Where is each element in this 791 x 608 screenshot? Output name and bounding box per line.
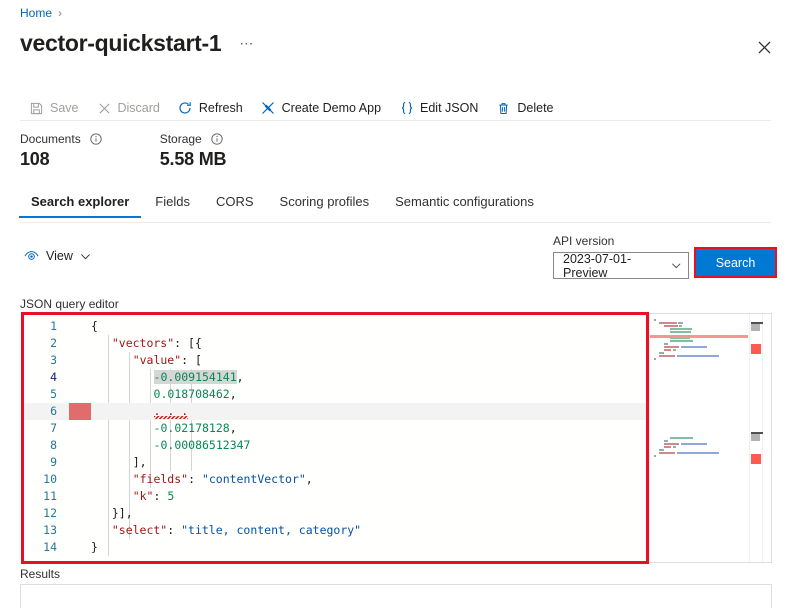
results-label: Results — [20, 567, 60, 581]
tab-fields[interactable]: Fields — [142, 192, 203, 218]
minimap-line — [681, 346, 707, 348]
save-icon — [29, 101, 44, 116]
editor-minimap[interactable] — [649, 314, 747, 563]
api-version-select[interactable]: 2023-07-01-Preview — [553, 252, 689, 279]
minimap-line — [670, 328, 692, 330]
breadcrumb: Home › — [20, 6, 62, 20]
minimap-line — [659, 352, 664, 354]
tab-cors[interactable]: CORS — [203, 192, 267, 218]
minimap-line — [659, 322, 677, 324]
view-dropdown[interactable]: View — [24, 249, 91, 263]
search-button[interactable]: Search — [696, 249, 775, 276]
save-button[interactable]: Save — [20, 98, 88, 119]
delete-label: Delete — [517, 101, 553, 115]
minimap-line — [673, 349, 676, 351]
refresh-button[interactable]: Refresh — [169, 98, 252, 119]
tab-semantic-configurations[interactable]: Semantic configurations — [382, 192, 547, 218]
json-query-editor-label: JSON query editor — [20, 297, 119, 311]
more-options-ellipsis-icon[interactable]: ⋯ — [235, 36, 259, 50]
minimap-line — [664, 446, 671, 448]
minimap-error-line — [650, 335, 748, 338]
refresh-icon — [178, 101, 193, 116]
search-button-highlight: Search — [694, 247, 777, 278]
tab-scoring-profiles[interactable]: Scoring profiles — [267, 192, 383, 218]
chevron-down-icon — [671, 260, 682, 271]
title-row: vector-quickstart-1 ⋯ — [20, 28, 259, 58]
chevron-down-icon — [80, 251, 91, 262]
minimap-line — [677, 452, 719, 454]
minimap-line — [659, 355, 675, 357]
refresh-label: Refresh — [199, 101, 243, 115]
stat-documents-label: Documents — [20, 132, 81, 146]
edit-json-label: Edit JSON — [420, 101, 478, 115]
discard-x-icon — [97, 101, 112, 116]
minimap-line — [670, 340, 693, 342]
minimap-line — [664, 440, 668, 442]
minimap-line — [654, 319, 656, 321]
ruler-scroll-thumb[interactable] — [751, 434, 760, 441]
create-demo-app-label: Create Demo App — [282, 101, 381, 115]
editor-overview-ruler[interactable] — [749, 314, 763, 563]
view-label: View — [46, 249, 73, 263]
api-version-label: API version — [553, 234, 689, 248]
stat-storage: Storage 5.58 MB — [160, 132, 227, 170]
tab-bar: Search explorer Fields CORS Scoring prof… — [18, 192, 547, 218]
breadcrumb-home-link[interactable]: Home — [20, 6, 52, 20]
minimap-line — [659, 449, 664, 451]
minimap-line — [679, 325, 682, 327]
delete-button[interactable]: Delete — [487, 98, 562, 119]
braces-icon — [399, 101, 414, 116]
ruler-scroll-thumb[interactable] — [751, 324, 760, 331]
trash-icon — [496, 101, 511, 116]
minimap-line — [670, 437, 693, 439]
command-bar: Save Discard Refresh — [20, 95, 563, 121]
demo-app-icon — [261, 101, 276, 116]
close-button[interactable] — [749, 32, 779, 62]
create-demo-app-button[interactable]: Create Demo App — [252, 98, 390, 119]
close-icon — [758, 41, 771, 54]
save-label: Save — [50, 101, 79, 115]
command-bar-divider — [20, 120, 771, 121]
minimap-line — [678, 322, 683, 324]
stat-documents-value: 108 — [20, 149, 102, 170]
api-version-value: 2023-07-01-Preview — [563, 252, 671, 280]
minimap-line — [664, 346, 679, 348]
json-editor-highlight — [21, 312, 649, 564]
eye-icon — [24, 250, 39, 262]
api-version-block: API version 2023-07-01-Preview — [553, 234, 689, 279]
minimap-line — [654, 358, 656, 360]
minimap-line — [670, 331, 691, 333]
minimap-line — [664, 343, 668, 345]
stat-storage-value: 5.58 MB — [160, 149, 227, 170]
ruler-error-marker[interactable] — [751, 454, 761, 464]
tab-search-explorer[interactable]: Search explorer — [18, 192, 142, 218]
minimap-line — [659, 452, 675, 454]
minimap-line — [654, 455, 656, 457]
discard-button[interactable]: Discard — [88, 98, 169, 119]
azure-search-index-page: Home › vector-quickstart-1 ⋯ Save — [0, 0, 791, 608]
info-icon[interactable] — [211, 133, 223, 145]
results-box[interactable] — [20, 584, 772, 608]
minimap-line — [677, 355, 719, 357]
minimap-line — [673, 446, 676, 448]
page-title: vector-quickstart-1 — [20, 28, 221, 58]
minimap-line — [664, 443, 679, 445]
tab-bar-underline — [20, 222, 771, 223]
minimap-line — [664, 325, 678, 327]
ruler-error-marker[interactable] — [751, 344, 761, 354]
index-stats: Documents 108 Storage 5.58 MB — [20, 132, 284, 170]
info-icon[interactable] — [90, 133, 102, 145]
minimap-line — [681, 443, 707, 445]
edit-json-button[interactable]: Edit JSON — [390, 98, 487, 119]
stat-documents: Documents 108 — [20, 132, 102, 170]
stat-storage-label: Storage — [160, 132, 202, 146]
breadcrumb-separator-icon: › — [58, 6, 62, 20]
discard-label: Discard — [118, 101, 160, 115]
minimap-line — [664, 349, 671, 351]
